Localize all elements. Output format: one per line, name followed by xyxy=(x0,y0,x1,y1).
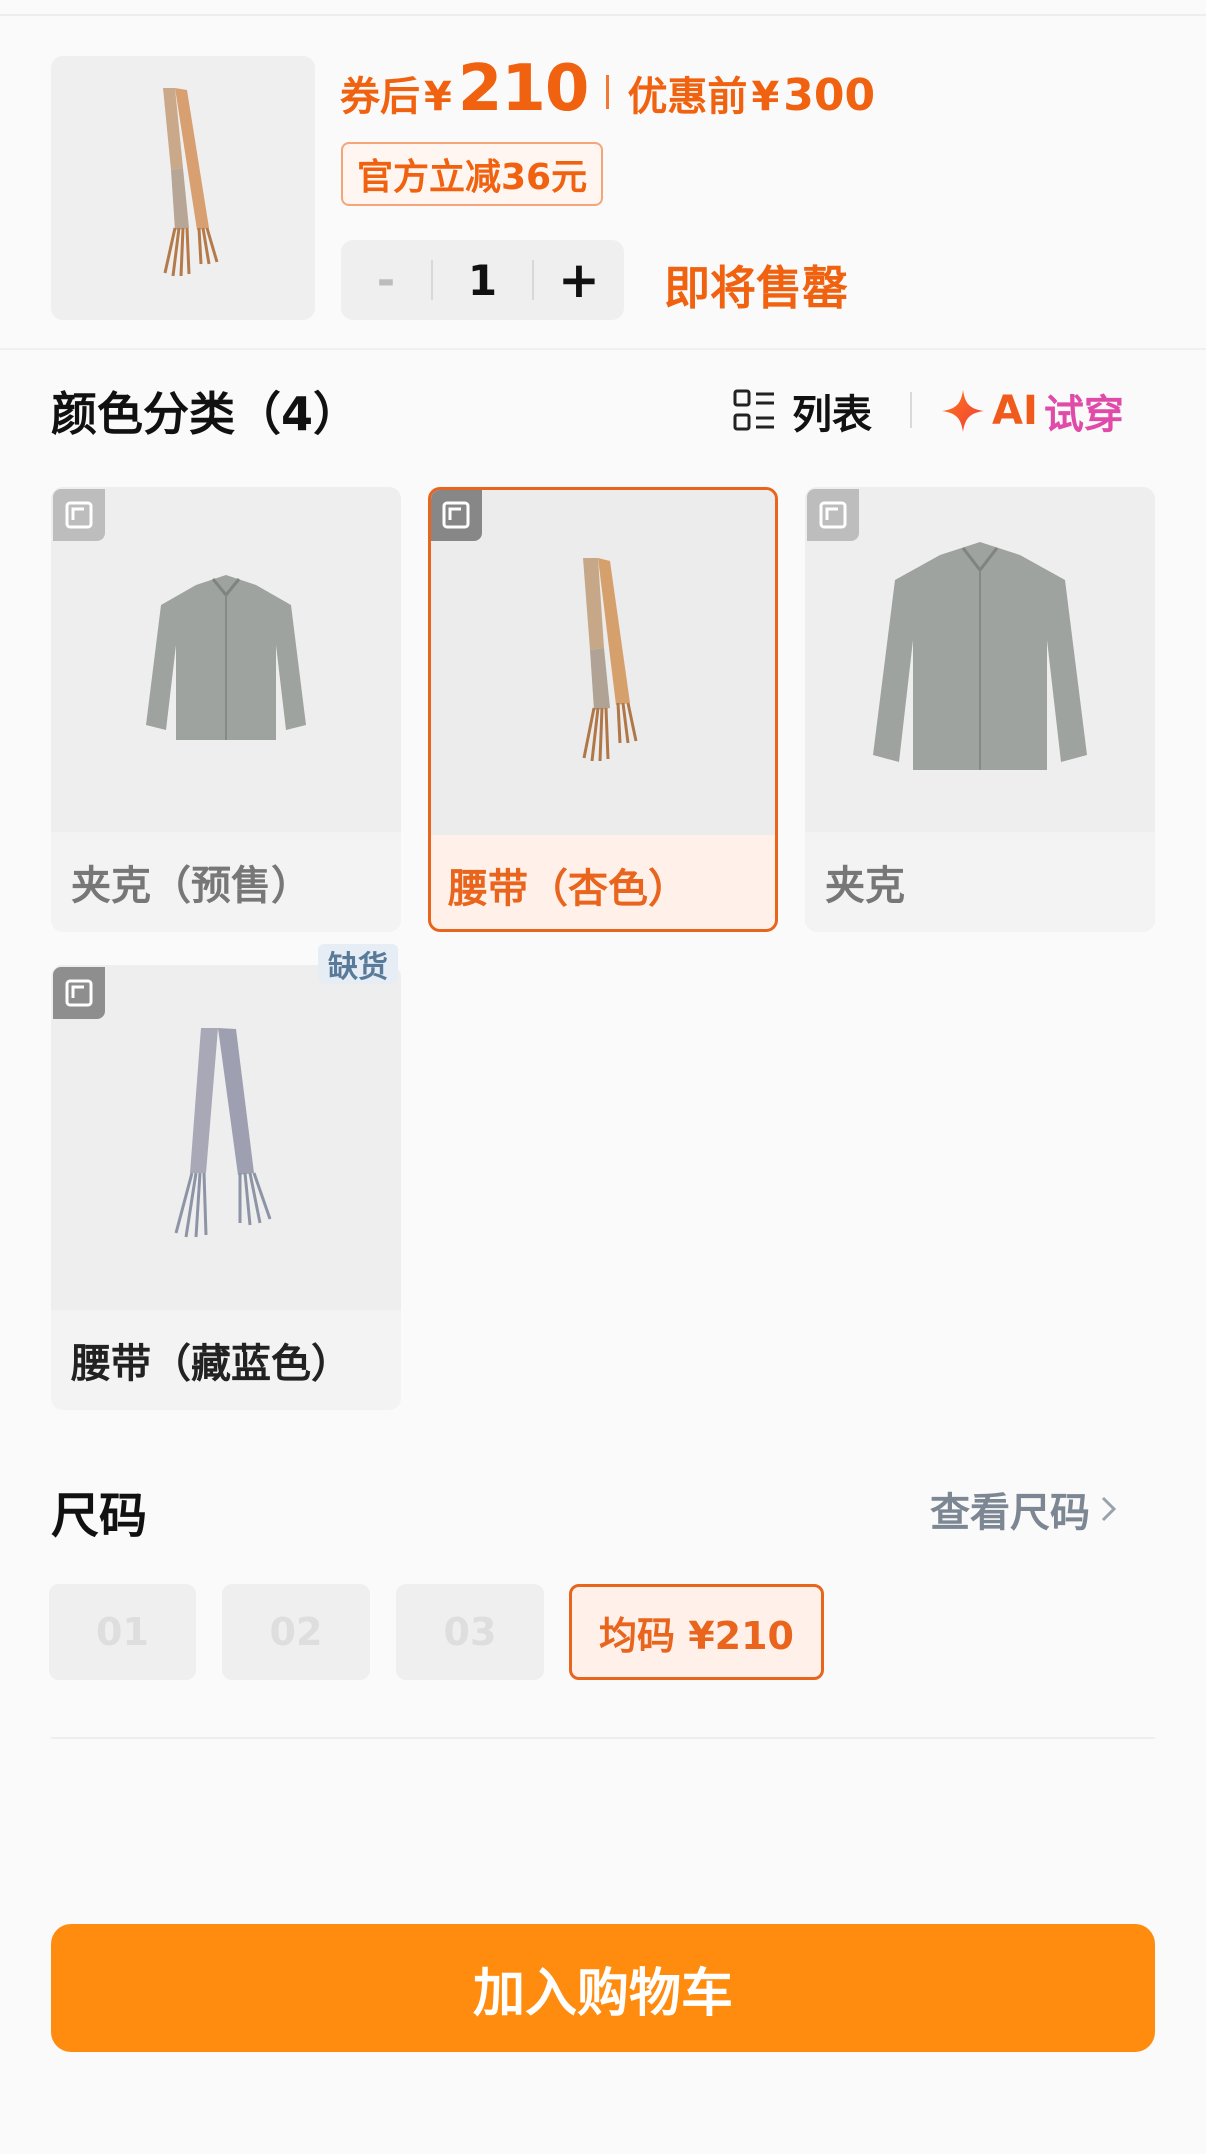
sparkle-icon xyxy=(942,390,984,432)
ai-label: AI xyxy=(992,388,1038,434)
currency-symbol: ¥ xyxy=(424,74,452,120)
price-row: 券后 ¥ 210 优惠前 ¥ 300 xyxy=(340,52,875,132)
currency-symbol-2: ¥ xyxy=(751,74,780,120)
jacket-image xyxy=(51,487,401,832)
size-guide-label: 查看尺码 xyxy=(930,1490,1090,1536)
color-option-jacket[interactable]: 夹克 xyxy=(805,487,1155,932)
expand-icon[interactable] xyxy=(431,490,482,541)
add-to-cart-button[interactable]: 加入购物车 xyxy=(51,1924,1155,2052)
list-view-toggle[interactable]: 列表 xyxy=(732,385,872,438)
out-of-stock-badge: 缺货 xyxy=(318,944,398,985)
color-option-belt-apricot[interactable]: 腰带（杏色） xyxy=(428,487,778,932)
color-option-label: 腰带（杏色） xyxy=(448,866,688,912)
price-prefix: 券后 xyxy=(340,74,420,120)
quantity-value[interactable]: 1 xyxy=(433,256,532,305)
size-option-01[interactable]: 01 xyxy=(49,1584,196,1680)
size-option-02[interactable]: 02 xyxy=(222,1584,370,1680)
belt-apricot-image xyxy=(431,490,775,835)
expand-icon[interactable] xyxy=(53,489,105,541)
color-option-label: 夹克 xyxy=(825,863,905,909)
expand-icon[interactable] xyxy=(807,489,859,541)
size-section-title: 尺码 xyxy=(51,1488,148,1544)
chevron-right-icon xyxy=(1101,1496,1117,1522)
color-option-label: 夹克（预售） xyxy=(71,863,311,909)
stock-status: 即将售罄 xyxy=(664,261,848,315)
decrease-button[interactable]: - xyxy=(341,240,431,320)
toolbar-separator xyxy=(910,392,912,428)
belt-navy-image xyxy=(51,965,401,1310)
size-guide-link[interactable]: 查看尺码 xyxy=(930,1480,1120,1538)
expand-icon[interactable] xyxy=(53,967,105,1019)
list-label: 列表 xyxy=(792,392,872,438)
top-divider xyxy=(0,14,1206,16)
size-option-one-size[interactable]: 均码 ¥210 xyxy=(569,1584,824,1680)
header-divider xyxy=(0,348,1206,350)
product-thumbnail xyxy=(51,56,315,320)
size-option-03[interactable]: 03 xyxy=(396,1584,544,1680)
scarf-image xyxy=(163,88,219,277)
price-before-value: 300 xyxy=(783,70,876,121)
quantity-stepper: - 1 + xyxy=(341,240,624,320)
color-option-belt-navy[interactable]: 腰带（藏蓝色） xyxy=(51,965,401,1410)
increase-button[interactable]: + xyxy=(534,240,624,320)
color-section-title: 颜色分类（4） xyxy=(51,387,360,441)
price-after-coupon: 210 xyxy=(457,52,590,126)
color-option-jacket-presale[interactable]: 夹克（预售） xyxy=(51,487,401,932)
ai-try-on-button[interactable]: AI 试穿 xyxy=(940,385,1124,438)
coupon-tag: 官方立减36元 xyxy=(341,142,604,206)
try-on-label: 试穿 xyxy=(1043,392,1124,438)
jacket-image xyxy=(805,487,1155,832)
color-option-label: 腰带（藏蓝色） xyxy=(71,1341,351,1387)
list-icon xyxy=(733,389,774,431)
price-separator xyxy=(606,75,610,109)
price-before-label: 优惠前 xyxy=(627,74,748,120)
size-divider xyxy=(51,1737,1155,1739)
